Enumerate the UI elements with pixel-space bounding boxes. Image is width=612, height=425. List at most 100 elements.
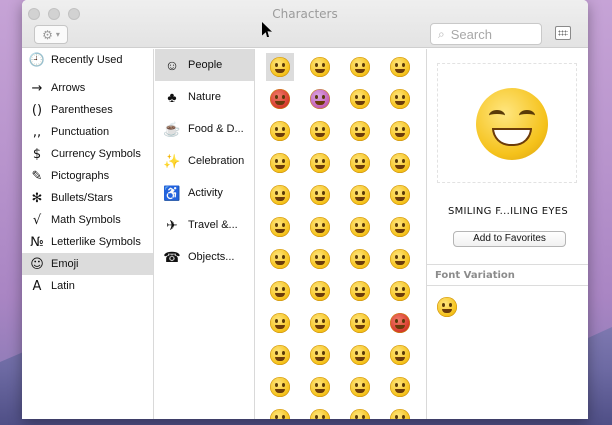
category-item[interactable]: → Arrows: [22, 77, 153, 99]
search-field[interactable]: ⌕: [430, 23, 542, 45]
subcategory-item[interactable]: ♣ Nature: [155, 81, 254, 113]
category-item[interactable]: √ Math Symbols: [22, 209, 153, 231]
subcategory-item[interactable]: ✈ Travel &...: [155, 209, 254, 241]
smiling-face-icon: [437, 297, 457, 317]
subcategory-icon: ✨: [163, 152, 181, 169]
emoji-cell[interactable]: [386, 53, 414, 81]
category-item[interactable]: () Parentheses: [22, 99, 153, 121]
emoji-cell[interactable]: [306, 213, 334, 241]
emoji-cell[interactable]: [266, 277, 294, 305]
emoji-cell[interactable]: [386, 277, 414, 305]
subcategory-icon: ♿: [163, 184, 181, 201]
emoji-cell[interactable]: [306, 277, 334, 305]
emoji-face-icon: [390, 249, 410, 269]
emoji-cell[interactable]: [386, 309, 414, 337]
emoji-cell[interactable]: [306, 405, 334, 419]
category-item[interactable]: ✻ Bullets/Stars: [22, 187, 153, 209]
emoji-cell[interactable]: [266, 181, 294, 209]
subcategory-item[interactable]: ☺ People: [155, 49, 254, 81]
emoji-face-icon: [310, 249, 330, 269]
emoji-face-icon: [350, 313, 370, 333]
emoji-cell[interactable]: [386, 373, 414, 401]
emoji-cell[interactable]: [266, 213, 294, 241]
chevron-down-icon: ▾: [55, 30, 60, 39]
emoji-face-icon: [390, 377, 410, 397]
emoji-cell[interactable]: [386, 405, 414, 419]
emoji-face-icon: [310, 89, 330, 109]
emoji-cell[interactable]: [386, 213, 414, 241]
emoji-cell[interactable]: [386, 341, 414, 369]
category-item[interactable]: A Latin: [22, 275, 153, 297]
category-icon: (): [31, 102, 43, 118]
emoji-cell[interactable]: [306, 245, 334, 273]
emoji-cell[interactable]: [386, 149, 414, 177]
emoji-face-icon: [310, 313, 330, 333]
emoji-cell[interactable]: [386, 181, 414, 209]
emoji-cell[interactable]: [306, 117, 334, 145]
emoji-face-icon: [310, 217, 330, 237]
emoji-cell[interactable]: [306, 341, 334, 369]
subcategory-label: Nature: [188, 91, 222, 103]
subcategory-label: Celebration: [188, 155, 245, 167]
emoji-face-icon: [270, 121, 290, 141]
emoji-cell[interactable]: [346, 245, 374, 273]
emoji-cell[interactable]: [266, 245, 294, 273]
subcategory-item[interactable]: ☕ Food & D...: [155, 113, 254, 145]
action-menu-button[interactable]: ⚙ ▾: [34, 25, 68, 44]
category-label: Recently Used: [51, 54, 123, 66]
emoji-cell[interactable]: [306, 53, 334, 81]
emoji-cell[interactable]: [346, 117, 374, 145]
emoji-cell[interactable]: [346, 181, 374, 209]
emoji-cell[interactable]: [386, 245, 414, 273]
category-icon: √: [32, 212, 42, 228]
emoji-cell[interactable]: [346, 53, 374, 81]
font-variation-item[interactable]: [437, 297, 457, 317]
window-title: Characters: [272, 7, 338, 21]
subcategory-item[interactable]: ✨ Celebration: [155, 145, 254, 177]
emoji-cell[interactable]: [266, 405, 294, 419]
add-to-favorites-button[interactable]: Add to Favorites: [453, 231, 566, 247]
emoji-cell[interactable]: [346, 373, 374, 401]
emoji-face-icon: [310, 281, 330, 301]
emoji-face-icon: [270, 153, 290, 173]
emoji-cell[interactable]: [346, 277, 374, 305]
emoji-cell[interactable]: [346, 341, 374, 369]
emoji-cell[interactable]: [306, 309, 334, 337]
category-icon: ✎: [31, 168, 43, 184]
search-input[interactable]: [450, 26, 531, 42]
emoji-face-icon: [390, 345, 410, 365]
category-item[interactable]: ,, Punctuation: [22, 121, 153, 143]
emoji-face-icon: [270, 249, 290, 269]
subcategory-item[interactable]: ☎ Objects...: [155, 241, 254, 273]
emoji-cell[interactable]: [266, 309, 294, 337]
category-item[interactable]: ☺ Emoji: [22, 253, 153, 275]
category-item[interactable]: № Letterlike Symbols: [22, 231, 153, 253]
emoji-cell[interactable]: [266, 149, 294, 177]
keyboard-viewer-icon[interactable]: [555, 26, 571, 40]
emoji-cell[interactable]: [266, 85, 294, 113]
emoji-cell[interactable]: [346, 213, 374, 241]
emoji-cell[interactable]: [346, 309, 374, 337]
emoji-cell[interactable]: [306, 373, 334, 401]
subcategory-item[interactable]: ♿ Activity: [155, 177, 254, 209]
emoji-face-icon: [310, 345, 330, 365]
emoji-cell[interactable]: [306, 85, 334, 113]
category-icon: №: [30, 234, 44, 250]
emoji-cell[interactable]: [386, 85, 414, 113]
category-item[interactable]: $ Currency Symbols: [22, 143, 153, 165]
emoji-face-icon: [350, 409, 370, 419]
emoji-cell[interactable]: [346, 405, 374, 419]
emoji-cell[interactable]: [386, 117, 414, 145]
emoji-cell[interactable]: [266, 53, 294, 81]
subcategory-label: Objects...: [188, 251, 235, 263]
category-item[interactable]: ✎ Pictographs: [22, 165, 153, 187]
emoji-face-icon: [390, 57, 410, 77]
emoji-cell[interactable]: [306, 149, 334, 177]
category-item[interactable]: 🕘 Recently Used: [22, 49, 153, 71]
emoji-cell[interactable]: [266, 117, 294, 145]
emoji-cell[interactable]: [266, 341, 294, 369]
emoji-cell[interactable]: [346, 85, 374, 113]
emoji-cell[interactable]: [266, 373, 294, 401]
emoji-cell[interactable]: [346, 149, 374, 177]
emoji-cell[interactable]: [306, 181, 334, 209]
